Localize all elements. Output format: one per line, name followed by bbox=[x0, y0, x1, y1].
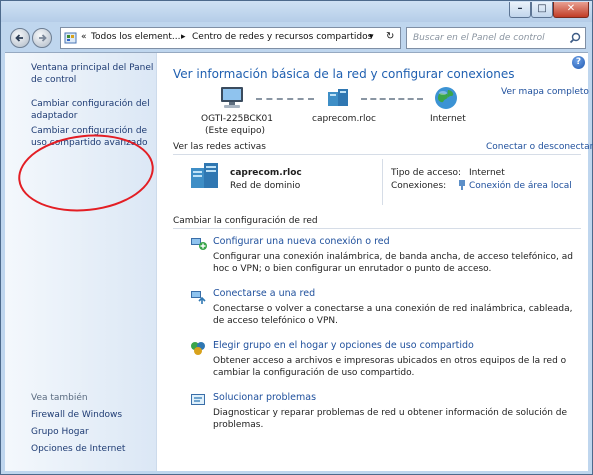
local-area-connection-link[interactable]: Conexión de área local bbox=[469, 180, 572, 192]
new-connection-icon bbox=[191, 238, 207, 250]
network-map-name: caprecom.rloc bbox=[312, 114, 376, 124]
maximize-button[interactable]: □ bbox=[531, 2, 553, 18]
access-type-label: Tipo de acceso: bbox=[391, 168, 462, 178]
sidebar-home-link[interactable]: Ventana principal del Panel de control bbox=[31, 62, 155, 86]
sidebar-item-homegroup[interactable]: Grupo Hogar bbox=[31, 426, 155, 438]
sidebar: Ventana principal del Panel de control C… bbox=[5, 53, 157, 471]
task-homegroup-link[interactable]: Elegir grupo en el hogar y opciones de u… bbox=[213, 340, 474, 351]
sidebar-change-adapter-link[interactable]: Cambiar configuración del adaptador bbox=[31, 98, 155, 122]
close-button[interactable]: ✕ bbox=[553, 2, 589, 18]
task-homegroup-desc: Obtener acceso a archivos e impresoras u… bbox=[213, 356, 567, 378]
back-button[interactable] bbox=[10, 28, 30, 48]
computer-subtitle: (Este equipo) bbox=[205, 126, 265, 136]
connection-line bbox=[256, 98, 314, 100]
sidebar-item-internet-options[interactable]: Opciones de Internet bbox=[31, 443, 155, 455]
troubleshoot-icon bbox=[191, 394, 205, 405]
active-network-type: Red de dominio bbox=[230, 181, 301, 191]
connect-disconnect-link[interactable]: Conectar o desconectar bbox=[486, 141, 593, 153]
change-settings-header: Cambiar la configuración de red bbox=[173, 216, 318, 226]
homegroup-icon bbox=[191, 342, 205, 355]
content-area: Ventana principal del Panel de control C… bbox=[5, 52, 593, 471]
breadcrumb-overflow[interactable]: « bbox=[81, 32, 87, 42]
full-map-link[interactable]: Ver mapa completo bbox=[501, 86, 589, 98]
vertical-divider bbox=[382, 159, 383, 205]
network-icon bbox=[328, 89, 348, 106]
address-dropdown-icon[interactable]: ▾ bbox=[369, 32, 374, 42]
task-connect-network-desc: Conectarse o volver a conectarse a una c… bbox=[213, 304, 573, 326]
navigation-bar: « Todos los element... ▸ Centro de redes… bbox=[1, 22, 592, 52]
task-troubleshoot-link[interactable]: Solucionar problemas bbox=[213, 392, 316, 403]
minimize-button[interactable]: – bbox=[509, 2, 531, 18]
divider bbox=[173, 228, 581, 229]
control-panel-icon bbox=[64, 32, 77, 44]
sidebar-advanced-sharing-link[interactable]: Cambiar configuración de uso compartido … bbox=[31, 125, 155, 149]
computer-name: OGTI-225BCK01 bbox=[201, 114, 273, 124]
ethernet-icon bbox=[459, 180, 465, 190]
divider bbox=[173, 154, 581, 155]
search-box bbox=[406, 27, 586, 49]
see-also-heading: Vea también bbox=[31, 393, 88, 403]
connect-network-icon bbox=[191, 291, 206, 304]
control-panel-window: – □ ✕ « Todos los element... ▸ Centro de… bbox=[0, 0, 593, 475]
page-title: Ver información básica de la red y confi… bbox=[173, 67, 515, 81]
connections-label: Conexiones: bbox=[391, 181, 447, 191]
domain-network-icon bbox=[191, 163, 218, 188]
task-new-connection-link[interactable]: Configurar una nueva conexión o red bbox=[213, 236, 390, 247]
internet-globe-icon bbox=[435, 87, 457, 109]
forward-arrow-icon bbox=[39, 34, 47, 42]
help-icon[interactable]: ? bbox=[572, 56, 585, 69]
computer-icon bbox=[221, 87, 243, 108]
access-type-value: Internet bbox=[469, 168, 505, 178]
forward-button[interactable] bbox=[32, 28, 52, 48]
breadcrumb-network-center[interactable]: Centro de redes y recursos compartidos bbox=[192, 32, 372, 42]
connection-line bbox=[361, 98, 423, 100]
breadcrumb-all-items[interactable]: Todos los element... bbox=[91, 32, 181, 42]
task-connect-network-link[interactable]: Conectarse a una red bbox=[213, 288, 315, 299]
task-troubleshoot-desc: Diagnosticar y reparar problemas de red … bbox=[213, 408, 568, 430]
internet-label: Internet bbox=[430, 114, 466, 124]
search-icon[interactable] bbox=[569, 32, 581, 44]
active-network-name: caprecom.rloc bbox=[230, 168, 302, 178]
task-new-connection-desc: Configurar una conexión inalámbrica, de … bbox=[213, 252, 573, 274]
address-bar[interactable]: « Todos los element... ▸ Centro de redes… bbox=[60, 27, 401, 49]
main-panel: ? Ver información básica de la red y con… bbox=[156, 53, 593, 471]
back-arrow-icon bbox=[15, 34, 23, 42]
title-bar: – □ ✕ bbox=[1, 1, 592, 22]
active-networks-header: Ver las redes activas bbox=[173, 142, 266, 152]
search-input[interactable] bbox=[407, 28, 565, 48]
refresh-icon[interactable]: ↻ bbox=[386, 31, 394, 42]
sidebar-item-firewall[interactable]: Firewall de Windows bbox=[31, 409, 155, 421]
breadcrumb-separator[interactable]: ▸ bbox=[181, 32, 186, 42]
